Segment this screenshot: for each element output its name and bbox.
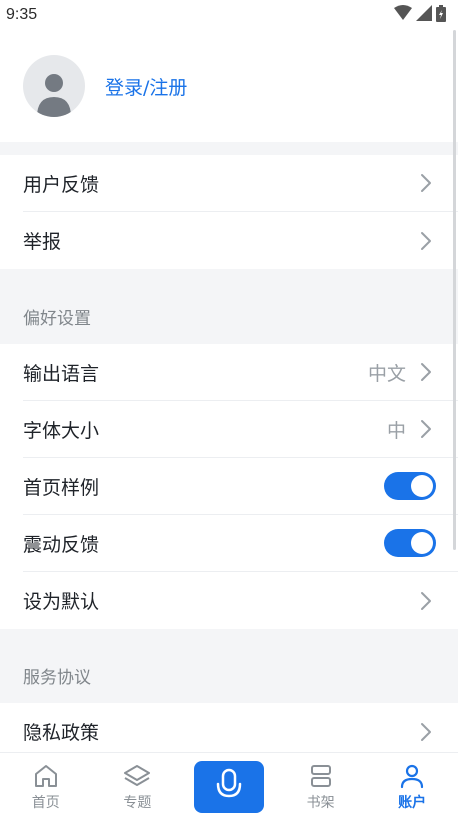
row-label: 震动反馈: [23, 533, 100, 556]
row-set-default[interactable]: 设为默认: [23, 572, 458, 629]
chevron-right-icon: [420, 419, 432, 439]
tab-topics[interactable]: 专题: [102, 762, 172, 812]
row-vibration-feedback: 震动反馈: [23, 515, 458, 572]
row-label: 隐私政策: [23, 722, 100, 744]
row-font-size[interactable]: 字体大小 中: [23, 401, 458, 458]
avatar-placeholder-icon: [37, 74, 71, 117]
scrollbar[interactable]: [453, 30, 456, 550]
tab-voice[interactable]: [193, 760, 264, 813]
chevron-right-icon: [420, 173, 432, 193]
chevron-right-icon: [420, 591, 432, 611]
row-report[interactable]: 举报: [23, 212, 458, 269]
toggle-knob: [411, 532, 433, 554]
row-label: 字体大小: [23, 419, 100, 442]
tab-label: 首页: [31, 794, 60, 811]
row-label: 举报: [23, 231, 62, 253]
home-icon: [32, 762, 60, 790]
row-user-feedback[interactable]: 用户反馈: [23, 155, 458, 212]
layers-icon: [123, 762, 151, 790]
row-value: 中文: [367, 362, 406, 385]
vibration-feedback-toggle[interactable]: [384, 529, 436, 557]
avatar[interactable]: [23, 55, 85, 117]
row-label: 输出语言: [23, 362, 100, 385]
row-label: 用户反馈: [23, 173, 100, 196]
chevron-right-icon: [420, 231, 432, 251]
chevron-right-icon: [420, 722, 432, 742]
bottom-tab-bar: 首页 专题 书架 账户: [0, 752, 458, 820]
mic-button[interactable]: [193, 760, 264, 813]
battery-icon: [436, 4, 446, 26]
tab-bookshelf[interactable]: 书架: [286, 762, 356, 812]
section-title-preferences: 偏好设置: [23, 309, 91, 329]
status-bar: 9:35: [0, 0, 458, 30]
chevron-right-icon: [420, 362, 432, 382]
tab-label: 书架: [306, 794, 335, 811]
row-label: 首页样例: [23, 476, 100, 499]
signal-icon: [416, 5, 432, 25]
tab-label: 账户: [398, 794, 427, 811]
row-label: 设为默认: [23, 591, 100, 613]
tab-home[interactable]: 首页: [11, 762, 81, 812]
bookshelf-icon: [307, 762, 335, 790]
status-icons: [394, 4, 446, 26]
row-value: 中: [386, 419, 406, 442]
tab-label: 专题: [123, 794, 152, 811]
person-icon: [398, 762, 426, 790]
login-register-link[interactable]: 登录/注册: [105, 73, 187, 100]
section-title-agreements: 服务协议: [23, 668, 91, 688]
status-time: 9:35: [6, 6, 38, 23]
home-examples-toggle[interactable]: [384, 472, 436, 500]
tab-account[interactable]: 账户: [377, 762, 447, 812]
feedback-group: 用户反馈 举报: [0, 155, 458, 269]
wifi-icon: [394, 5, 412, 25]
mic-icon: [214, 768, 244, 806]
profile-header[interactable]: 登录/注册: [0, 30, 458, 142]
toggle-knob: [411, 475, 433, 497]
row-output-language[interactable]: 输出语言 中文: [23, 344, 458, 401]
row-home-examples: 首页样例: [23, 458, 458, 515]
preferences-group: 输出语言 中文 字体大小 中 首页样例 震动反馈 设为默认: [0, 344, 458, 629]
